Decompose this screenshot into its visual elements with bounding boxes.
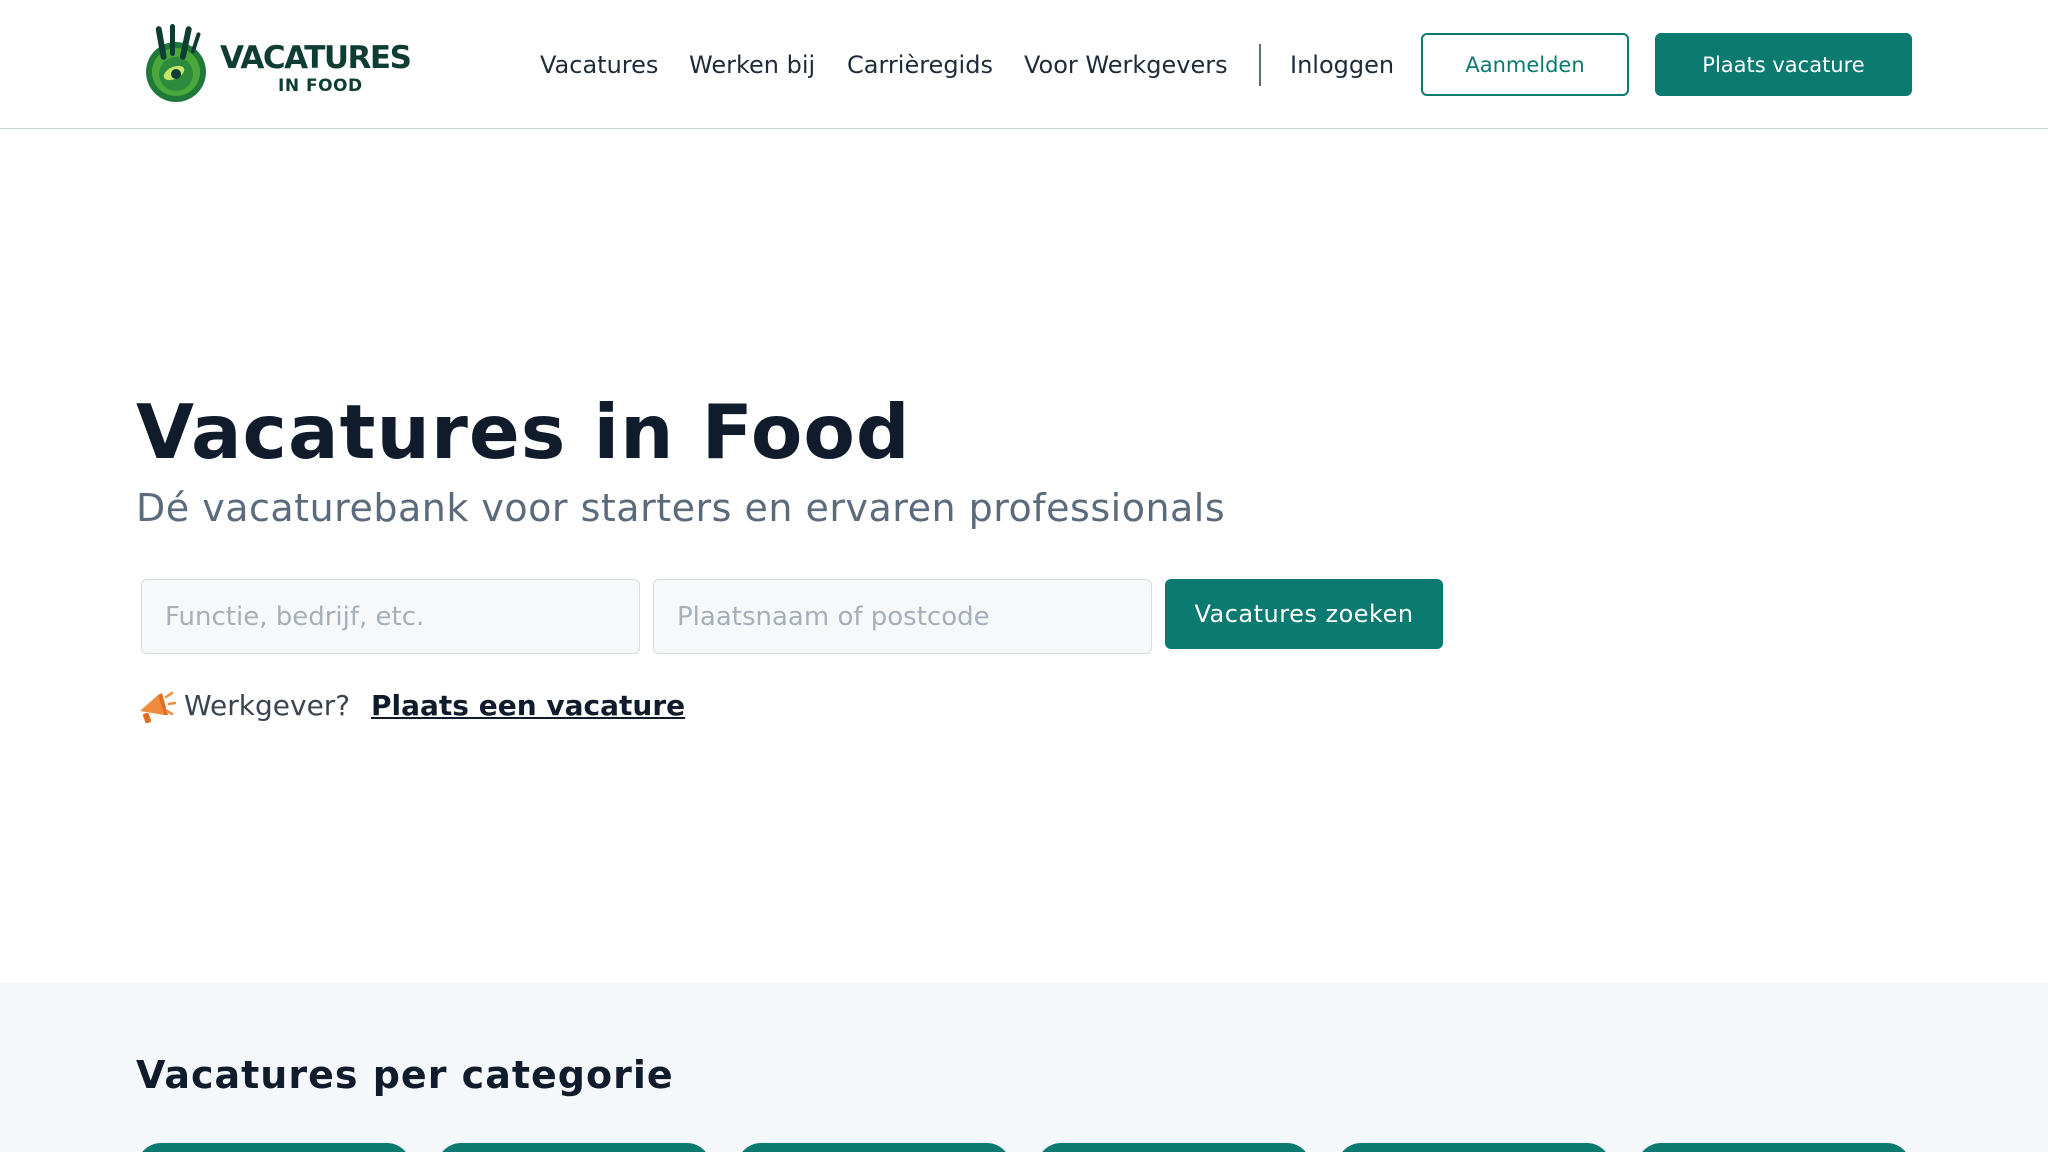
category-card[interactable] (737, 1143, 1011, 1152)
post-job-button[interactable]: Plaats vacature (1655, 33, 1912, 96)
nav-item-vacatures[interactable]: Vacatures (540, 45, 658, 85)
location-input[interactable] (654, 580, 1151, 653)
category-card[interactable] (437, 1143, 711, 1152)
categories-title: Vacatures per categorie (136, 1053, 674, 1097)
nav-item-carrieregids[interactable]: Carrièregids (847, 45, 993, 85)
site-header: VACATURES IN FOOD Vacatures Werken bij C… (0, 0, 2048, 129)
site-logo[interactable]: VACATURES IN FOOD (140, 20, 420, 106)
logo-text-sub: IN FOOD (278, 76, 363, 96)
category-card[interactable] (137, 1143, 411, 1152)
job-search-field (141, 579, 640, 654)
employer-question: Werkgever? (184, 689, 351, 722)
nav-divider (1259, 44, 1261, 86)
logo-icon (146, 24, 206, 102)
nav-item-werken-bij[interactable]: Werken bij (689, 45, 815, 85)
category-card[interactable] (1037, 1143, 1311, 1152)
category-card[interactable] (1637, 1143, 1911, 1152)
job-search-input[interactable] (142, 580, 639, 653)
signup-button[interactable]: Aanmelden (1421, 33, 1629, 96)
login-link[interactable]: Inloggen (1290, 45, 1394, 85)
categories-section: Vacatures per categorie (0, 983, 2048, 1152)
location-field (653, 579, 1152, 654)
nav-item-voor-werkgevers[interactable]: Voor Werkgevers (1024, 45, 1228, 85)
search-button[interactable]: Vacatures zoeken (1165, 579, 1443, 649)
megaphone-icon (140, 691, 176, 724)
page-title: Vacatures in Food (136, 388, 911, 476)
logo-text-main: VACATURES (220, 40, 412, 76)
category-card[interactable] (1337, 1143, 1611, 1152)
page-subtitle: Dé vacaturebank voor starters en ervaren… (136, 486, 1226, 530)
post-job-link[interactable]: Plaats een vacature (371, 687, 685, 725)
